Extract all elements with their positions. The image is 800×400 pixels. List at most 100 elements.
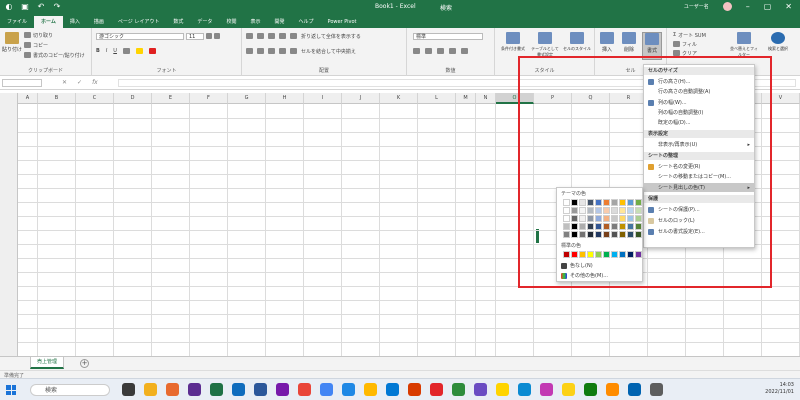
column-header-i[interactable]: I [304, 93, 342, 104]
close-icon[interactable]: ✕ [785, 2, 792, 11]
color-swatch[interactable] [571, 207, 578, 214]
currency-icon[interactable] [413, 48, 420, 54]
tab-page-layout[interactable]: ページ レイアウト [111, 16, 167, 28]
column-header-l[interactable]: L [418, 93, 456, 104]
taskbar-app-icon[interactable] [276, 383, 289, 396]
align-top-icon[interactable] [246, 33, 253, 39]
wrap-text-label[interactable]: 折り返して全体を表示する [301, 33, 361, 40]
italic-icon[interactable]: I [106, 48, 107, 54]
border-icon[interactable] [122, 48, 130, 54]
color-swatch[interactable] [603, 231, 610, 238]
cancel-entry-icon[interactable]: ✕ [62, 79, 67, 86]
autofit-row-item[interactable]: 行の高さの自動調整(A) [644, 87, 754, 96]
column-header-m[interactable]: M [456, 93, 476, 104]
color-swatch[interactable] [595, 231, 602, 238]
color-swatch[interactable] [635, 199, 642, 206]
format-cells-button[interactable]: 書式 [642, 32, 662, 60]
taskbar-app-icon[interactable] [298, 383, 311, 396]
color-swatch[interactable] [635, 231, 642, 238]
minimize-icon[interactable]: – [746, 2, 750, 11]
merge-icon[interactable] [290, 48, 297, 54]
tab-color-item[interactable]: シート見出しの色(T) ▸ [644, 183, 754, 192]
taskbar-app-icon[interactable] [386, 383, 399, 396]
column-header-o[interactable]: O [496, 93, 534, 104]
row-headers[interactable] [0, 93, 18, 356]
color-swatch[interactable] [627, 223, 634, 230]
color-swatch[interactable] [587, 231, 594, 238]
add-sheet-button[interactable]: + [80, 359, 89, 368]
column-header-b[interactable]: B [38, 93, 76, 104]
name-box[interactable] [2, 79, 42, 87]
color-swatch[interactable] [603, 215, 610, 222]
conditional-format-button[interactable]: 条件付き書式 [499, 32, 527, 60]
fill-color-icon[interactable] [135, 48, 143, 54]
insert-cells-button[interactable]: 挿入 [597, 32, 617, 60]
taskbar-app-icon[interactable] [430, 383, 443, 396]
color-swatch[interactable] [595, 207, 602, 214]
increase-font-icon[interactable] [206, 33, 212, 39]
account-name[interactable]: ユーザー名 [684, 3, 709, 10]
protect-sheet-item[interactable]: シートの保護(P)... [644, 205, 754, 214]
more-colors-item[interactable]: その他の色(M)... [561, 271, 608, 280]
cut-button[interactable]: 切り取り [24, 32, 53, 39]
comma-icon[interactable] [437, 48, 444, 54]
format-as-table-button[interactable]: テーブルとして書式設定 [531, 32, 559, 60]
color-swatch[interactable] [563, 251, 570, 258]
cell-styles-button[interactable]: セルのスタイル [563, 32, 591, 60]
align-middle-icon[interactable] [257, 33, 264, 39]
tab-help[interactable]: ヘルプ [291, 16, 320, 28]
taskbar-app-icon[interactable] [188, 383, 201, 396]
indent-icon[interactable] [279, 48, 286, 54]
column-header-h[interactable]: H [266, 93, 304, 104]
color-swatch[interactable] [595, 223, 602, 230]
color-swatch[interactable] [563, 207, 570, 214]
redo-icon[interactable]: ↷ [52, 2, 62, 11]
taskbar-app-icon[interactable] [144, 383, 157, 396]
column-header-d[interactable]: D [114, 93, 152, 104]
windows-start-icon[interactable] [6, 385, 16, 395]
tab-file[interactable]: ファイル [0, 16, 34, 28]
color-swatch[interactable] [603, 207, 610, 214]
align-left-icon[interactable] [246, 48, 253, 54]
color-swatch[interactable] [587, 223, 594, 230]
fx-icon[interactable]: fx [92, 79, 98, 86]
color-swatch[interactable] [627, 199, 634, 206]
taskbar-app-icon[interactable] [210, 383, 223, 396]
color-swatch[interactable] [571, 199, 578, 206]
increase-decimal-icon[interactable] [449, 48, 456, 54]
tab-view[interactable]: 表示 [243, 16, 267, 28]
color-swatch[interactable] [619, 207, 626, 214]
taskbar-app-icon[interactable] [342, 383, 355, 396]
taskbar-app-icon[interactable] [364, 383, 377, 396]
tab-data[interactable]: データ [190, 16, 219, 28]
color-swatch[interactable] [603, 251, 610, 258]
avatar[interactable] [722, 2, 732, 11]
color-swatch[interactable] [619, 223, 626, 230]
color-swatch[interactable] [563, 223, 570, 230]
color-swatch[interactable] [563, 215, 570, 222]
enter-entry-icon[interactable]: ✓ [77, 79, 82, 86]
taskbar-app-icon[interactable] [650, 383, 663, 396]
column-header-v[interactable]: V [762, 93, 800, 104]
color-swatch[interactable] [579, 215, 586, 222]
color-swatch[interactable] [611, 251, 618, 258]
color-swatch[interactable] [635, 207, 642, 214]
default-width-item[interactable]: 既定の幅(D)... [644, 118, 754, 127]
color-swatch[interactable] [603, 223, 610, 230]
paste-button[interactable]: 貼り付け [2, 32, 22, 60]
maximize-icon[interactable]: ▢ [764, 2, 772, 11]
taskbar-app-icon[interactable] [452, 383, 465, 396]
tab-review[interactable]: 校閲 [219, 16, 243, 28]
save-icon[interactable]: ▣ [20, 2, 30, 11]
wrap-text-icon[interactable] [290, 33, 297, 39]
row-height-item[interactable]: 行の高さ(H)... [644, 77, 754, 86]
column-header-f[interactable]: F [190, 93, 228, 104]
column-header-p[interactable]: P [534, 93, 572, 104]
color-swatch[interactable] [579, 199, 586, 206]
taskbar-app-icon[interactable] [320, 383, 333, 396]
delete-cells-button[interactable]: 削除 [619, 32, 639, 60]
tab-insert[interactable]: 挿入 [63, 16, 87, 28]
taskbar-app-icon[interactable] [122, 383, 135, 396]
align-right-icon[interactable] [268, 48, 275, 54]
color-swatch[interactable] [635, 215, 642, 222]
